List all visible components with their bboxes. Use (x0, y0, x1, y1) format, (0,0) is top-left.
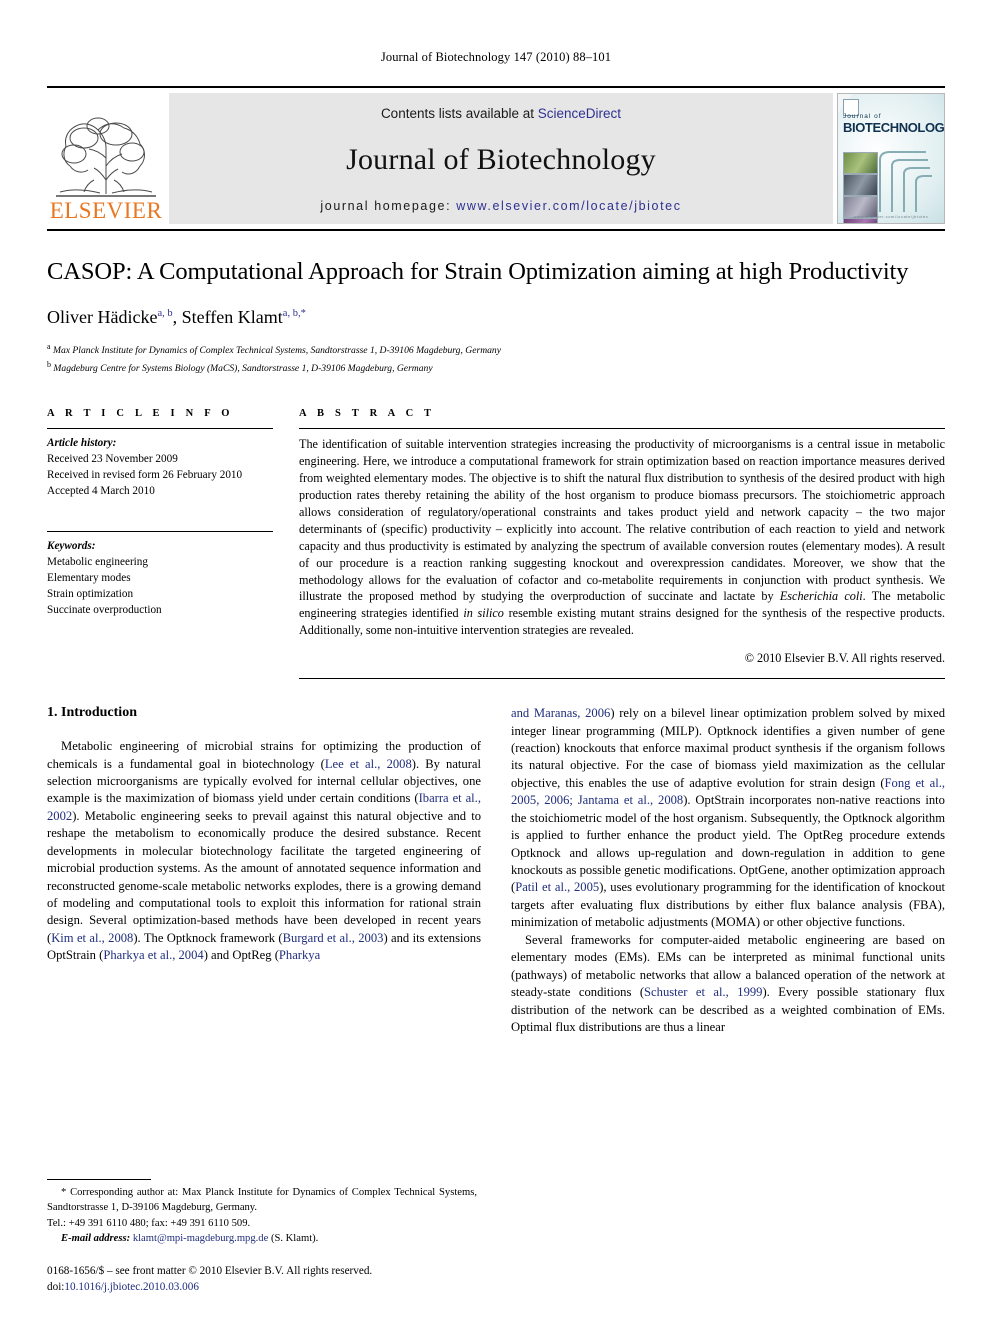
citation-link[interactable]: Kim et al., 2008 (51, 931, 133, 945)
abstract-column: A B S T R A C T The identification of su… (299, 408, 945, 680)
cover-tubes-graphic (879, 151, 932, 212)
citation-link[interactable]: Lee et al., 2008 (325, 757, 412, 771)
citation-link[interactable]: Pharkya et al., 2004 (103, 948, 203, 962)
affiliation-a-marker: a (47, 341, 51, 351)
elsevier-wordmark: ELSEVIER (49, 198, 163, 223)
corresponding-author-phone: Tel.: +49 391 6110 480; fax: +49 391 611… (47, 1217, 251, 1229)
body-paragraph: Metabolic engineering of microbial strai… (47, 738, 481, 965)
issn-line: 0168-1656/$ – see front matter © 2010 El… (47, 1264, 373, 1277)
keywords-heading: Keywords: (47, 540, 96, 553)
citation-link[interactable]: Patil et al., 2005 (515, 880, 599, 894)
journal-homepage-line: journal homepage: www.elsevier.com/locat… (320, 199, 681, 213)
text-run: ) and OptReg ( (203, 948, 279, 963)
citation-link[interactable]: Burgard et al., 2003 (283, 931, 384, 945)
keyword-item: Metabolic engineering (47, 555, 148, 568)
article-history-item: Received in revised form 26 February 201… (47, 469, 243, 482)
text-run: ). Metabolic engineering seeks to prevai… (47, 808, 481, 945)
citation-link[interactable]: Pharkya (279, 948, 320, 962)
cover-image-strip-2 (843, 174, 878, 196)
article-history-item: Received 23 November 2009 (47, 453, 178, 466)
keywords-group: Keywords: Metabolic engineering Elementa… (47, 539, 273, 619)
doi-line: doi:10.1016/j.jbiotec.2010.03.006 (47, 1279, 477, 1295)
footnote-block: * Corresponding author at: Max Planck In… (47, 1178, 477, 1295)
article-info-column: A R T I C L E I N F O Article history: R… (47, 408, 299, 679)
article-history-item: Accepted 4 March 2010 (47, 485, 155, 498)
email-link[interactable]: klamt@mpi-magdeburg.mpg.de (133, 1233, 268, 1244)
citation-link[interactable]: and Maranas, 2006 (511, 706, 610, 720)
cover-title: Journal of BIOTECHNOLOGY (843, 113, 945, 135)
abstract-text: The identification of suitable intervent… (299, 436, 945, 639)
cover-footer-url: www.elsevier.com/locate/jbiotec (853, 214, 929, 219)
article-history-heading: Article history: (47, 437, 117, 450)
body-columns: 1. Introduction Metabolic engineering of… (47, 705, 945, 1036)
affiliation-b-marker: b (47, 359, 51, 369)
affiliation-b-text: Magdeburg Centre for Systems Biology (Ma… (53, 362, 433, 374)
keywords-rule (47, 531, 273, 533)
elsevier-logo: ELSEVIER (47, 93, 165, 224)
paper-page: Journal of Biotechnology 147 (2010) 88–1… (0, 0, 992, 1323)
author-1-name: Oliver Hädicke (47, 306, 158, 327)
affiliation-a: a Max Planck Institute for Dynamics of C… (47, 341, 945, 359)
article-history-group: Article history: Received 23 November 20… (47, 436, 273, 500)
contents-available-line: Contents lists available at ScienceDirec… (381, 106, 621, 121)
body-paragraph: and Maranas, 2006) rely on a bilevel lin… (511, 705, 945, 932)
keyword-item: Elementary modes (47, 571, 131, 584)
journal-masthead: ELSEVIER Contents lists available at Sci… (47, 86, 945, 224)
title-block: CASOP: A Computational Approach for Stra… (47, 231, 945, 376)
text-run: ). The Optknock framework ( (133, 930, 283, 945)
sciencedirect-link[interactable]: ScienceDirect (538, 106, 621, 121)
doi-link[interactable]: 10.1016/j.jbiotec.2010.03.006 (64, 1281, 199, 1293)
keyword-item: Succinate overproduction (47, 603, 162, 616)
keyword-item: Strain optimization (47, 587, 134, 600)
abstract-label: A B S T R A C T (299, 408, 436, 420)
author-1-affiliation-markers: a, b (157, 307, 173, 319)
doi-label: doi: (47, 1280, 65, 1293)
author-2-name: Steffen Klamt (181, 306, 283, 327)
footnote-rule (47, 1178, 151, 1180)
issn-doi-block: 0168-1656/$ – see front matter © 2010 El… (47, 1263, 477, 1295)
abstract-copyright: © 2010 Elsevier B.V. All rights reserved… (744, 651, 945, 666)
elsevier-tree-icon (56, 117, 156, 197)
abstract-rule-bottom (299, 678, 945, 680)
abstract-italic-organism: Escherichia coli (779, 589, 863, 604)
journal-cover-thumbnail: Journal of BIOTECHNOLOGY www.elsevier.co… (837, 93, 945, 224)
article-info-rule (47, 428, 273, 430)
author-2-affiliation-markers: a, b,* (282, 307, 306, 319)
body-left-column: 1. Introduction Metabolic engineering of… (47, 705, 481, 1036)
corresponding-author-note: * Corresponding author at: Max Planck In… (47, 1186, 477, 1214)
affiliation-list: a Max Planck Institute for Dynamics of C… (47, 341, 945, 377)
author-separator: , (172, 306, 182, 327)
email-label: E-mail address: (61, 1233, 131, 1245)
cover-title-big: BIOTECHNOLOGY (843, 119, 945, 135)
journal-title: Journal of Biotechnology (346, 143, 656, 176)
abstract-rule-top (299, 428, 945, 430)
body-paragraph: Several frameworks for computer-aided me… (511, 932, 945, 1037)
body-right-column: and Maranas, 2006) rely on a bilevel lin… (511, 705, 945, 1036)
email-suffix: (S. Klamt). (268, 1233, 319, 1245)
affiliation-b: b Magdeburg Centre for Systems Biology (… (47, 359, 945, 377)
running-head: Journal of Biotechnology 147 (2010) 88–1… (380, 50, 612, 64)
citation-link[interactable]: Schuster et al., 1999 (644, 985, 762, 999)
corresponding-author-email: E-mail address: klamt@mpi-magdeburg.mpg.… (47, 1231, 477, 1246)
masthead-center-panel: Contents lists available at ScienceDirec… (169, 93, 833, 224)
info-abstract-row: A R T I C L E I N F O Article history: R… (47, 408, 945, 680)
article-info-label: A R T I C L E I N F O (47, 408, 234, 420)
abstract-part-1: The identification of suitable intervent… (299, 437, 945, 604)
contents-prefix: Contents lists available at (380, 106, 538, 121)
author-list: Oliver Hädickea, b, Steffen Klamta, b,* (47, 307, 945, 328)
page-title: CASOP: A Computational Approach for Stra… (47, 258, 909, 285)
cover-image-strip-1 (843, 152, 878, 174)
section-heading-introduction: 1. Introduction (47, 705, 137, 721)
homepage-url-link[interactable]: www.elsevier.com/locate/jbiotec (456, 199, 681, 213)
homepage-prefix: journal homepage: (320, 199, 452, 213)
affiliation-a-text: Max Planck Institute for Dynamics of Com… (52, 345, 501, 357)
abstract-italic-insilico: in silico (463, 606, 504, 621)
